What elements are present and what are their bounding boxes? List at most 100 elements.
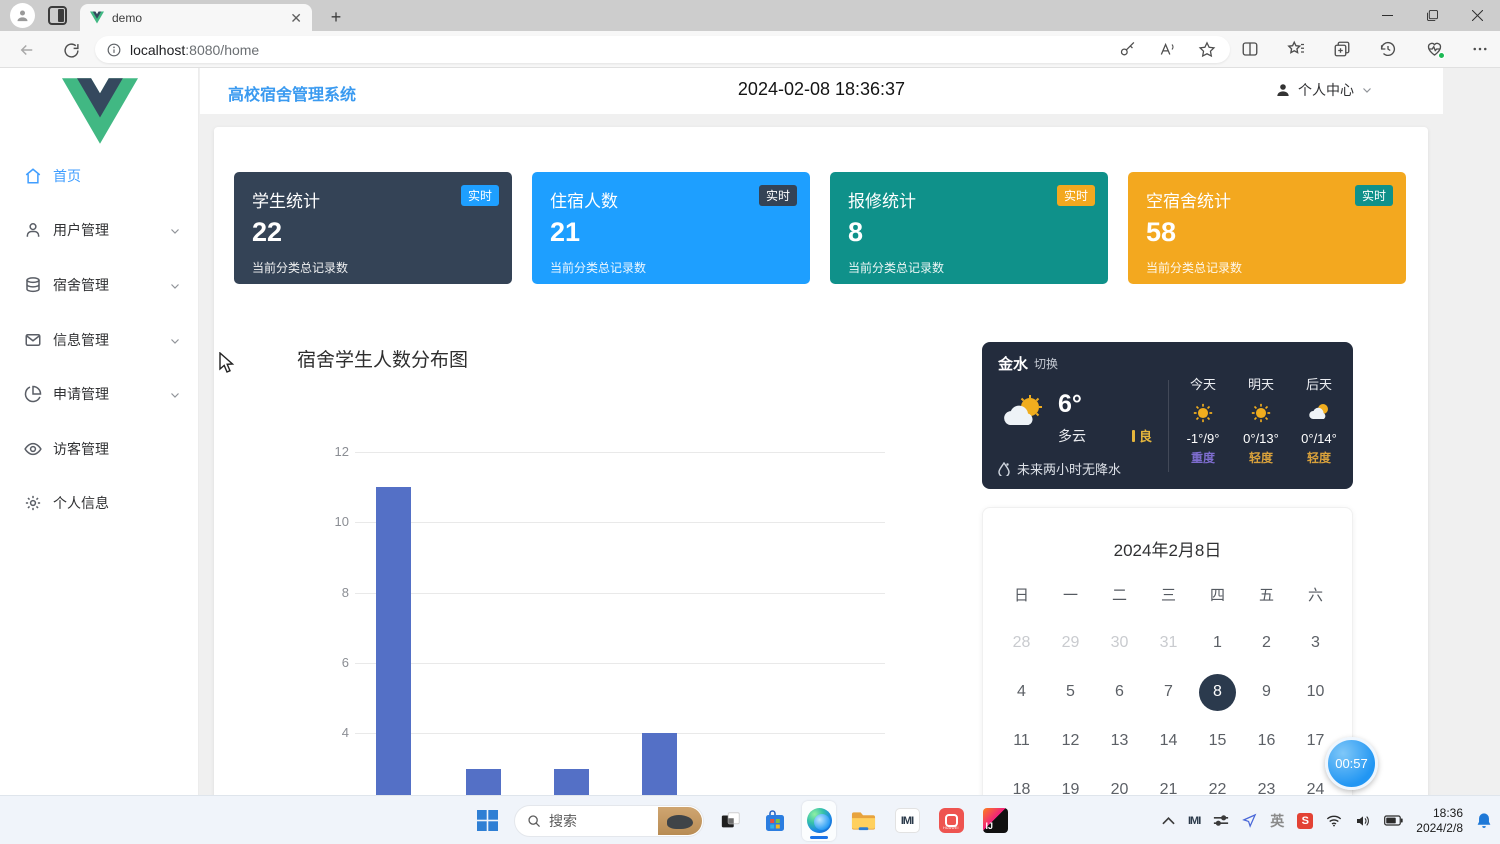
sidebar-item-profile[interactable]: 个人信息 <box>0 481 199 525</box>
sidebar-item-visitors[interactable]: 访客管理 <box>0 427 199 471</box>
wifi-icon[interactable] <box>1326 814 1342 827</box>
stat-card-residents[interactable]: 住宿人数 21 当前分类总记录数 实时 <box>532 172 810 284</box>
intellij-idea-icon[interactable]: IJ <box>978 801 1012 841</box>
calendar-day[interactable]: 21 <box>1144 772 1193 795</box>
calendar-day[interactable]: 22 <box>1193 772 1242 795</box>
battery-icon[interactable] <box>1384 815 1403 826</box>
tray-eudic-icon[interactable]: 英 <box>1270 811 1284 831</box>
back-button[interactable] <box>16 39 38 61</box>
stat-card-repairs[interactable]: 报修统计 8 当前分类总记录数 实时 <box>830 172 1108 284</box>
sidebar-item-label: 信息管理 <box>53 330 109 350</box>
sidebar-item-dorms[interactable]: 宿舍管理 <box>0 263 199 307</box>
y-axis-tick: 10 <box>323 514 349 529</box>
dashboard-card: 学生统计 22 当前分类总记录数 实时 住宿人数 21 当前分类总记录数 实时 … <box>214 127 1428 795</box>
huawei-appgallery-icon[interactable]: HUAWEI <box>934 801 968 841</box>
sidebar-item-users[interactable]: 用户管理 <box>0 208 199 252</box>
calendar-day[interactable]: 11 <box>997 723 1046 759</box>
person-icon <box>1275 82 1291 98</box>
calendar-day[interactable]: 6 <box>1095 674 1144 710</box>
calendar-day[interactable]: 13 <box>1095 723 1144 759</box>
minimize-button[interactable] <box>1365 0 1410 31</box>
close-window-button[interactable] <box>1455 0 1500 31</box>
search-highlight-image[interactable] <box>658 807 702 835</box>
tray-sliders-icon[interactable] <box>1213 814 1229 827</box>
sunny-icon <box>1232 402 1290 424</box>
split-screen-icon[interactable] <box>1240 39 1260 59</box>
taskbar-search[interactable]: 搜索 <box>514 805 704 837</box>
calendar-day[interactable]: 29 <box>1046 625 1095 661</box>
calendar-day-selected[interactable]: 8 <box>1193 674 1242 710</box>
edge-browser-icon[interactable] <box>802 801 836 841</box>
forecast-level: 重度 <box>1174 449 1232 466</box>
browser-profile-avatar[interactable] <box>10 3 35 28</box>
user-icon <box>24 221 42 239</box>
calendar-day[interactable]: 20 <box>1095 772 1144 795</box>
task-view-button[interactable] <box>714 801 748 841</box>
maximize-button[interactable] <box>1410 0 1455 31</box>
calendar-day[interactable]: 2 <box>1242 625 1291 661</box>
calendar-day[interactable]: 14 <box>1144 723 1193 759</box>
tray-location-icon[interactable] <box>1242 813 1257 828</box>
eye-icon <box>24 440 42 458</box>
favorite-star-icon[interactable] <box>1198 41 1216 58</box>
read-aloud-icon[interactable] <box>1158 41 1176 58</box>
calendar-day[interactable]: 10 <box>1291 674 1340 710</box>
browser-essentials-icon[interactable] <box>1424 39 1444 59</box>
tab-close-icon[interactable]: ✕ <box>290 11 302 25</box>
calendar-day[interactable]: 19 <box>1046 772 1095 795</box>
stat-title: 住宿人数 <box>550 187 792 212</box>
stat-subtitle: 当前分类总记录数 <box>252 259 494 276</box>
calendar-day[interactable]: 16 <box>1242 723 1291 759</box>
calendar-day[interactable]: 28 <box>997 625 1046 661</box>
calendar-day[interactable]: 4 <box>997 674 1046 710</box>
site-info-icon[interactable] <box>107 43 121 57</box>
refresh-button[interactable] <box>60 39 82 61</box>
sidebar-item-messages[interactable]: 信息管理 <box>0 318 199 362</box>
notification-bell-icon[interactable] <box>1476 812 1492 829</box>
tray-clock[interactable]: 18:36 2024/2/8 <box>1416 806 1463 836</box>
url-text: localhost:8080/home <box>130 42 1119 58</box>
sidebar-item-home[interactable]: 首页 <box>0 154 199 198</box>
forecast-day: 明天 <box>1232 374 1290 393</box>
password-key-icon[interactable] <box>1119 41 1136 58</box>
stat-subtitle: 当前分类总记录数 <box>1146 259 1388 276</box>
tray-imi-icon[interactable]: IMI <box>1188 815 1200 827</box>
history-icon[interactable] <box>1378 39 1398 59</box>
calendar-day[interactable]: 31 <box>1144 625 1193 661</box>
gridline <box>355 593 885 594</box>
calendar-day[interactable]: 7 <box>1144 674 1193 710</box>
imi-app-icon[interactable]: IMI <box>890 801 924 841</box>
system-tray: IMI 英 S 18:36 2024/2/8 <box>1162 796 1492 844</box>
forecast-tomorrow: 明天 0°/13° 轻度 <box>1232 374 1290 466</box>
weather-widget: 金水 切换 6° 多云 良 未来两小时无降水 今天 <box>982 342 1353 489</box>
calendar-day[interactable]: 15 <box>1193 723 1242 759</box>
calendar-day[interactable]: 9 <box>1242 674 1291 710</box>
volume-icon[interactable] <box>1355 814 1371 828</box>
stat-value: 58 <box>1146 217 1388 248</box>
calendar-day[interactable]: 3 <box>1291 625 1340 661</box>
favorites-list-icon[interactable] <box>1286 39 1306 59</box>
tray-expand-chevron[interactable] <box>1162 817 1175 825</box>
tray-sogou-icon[interactable]: S <box>1297 813 1313 829</box>
calendar-day[interactable]: 30 <box>1095 625 1144 661</box>
collections-icon[interactable] <box>1332 39 1352 59</box>
calendar-day[interactable]: 12 <box>1046 723 1095 759</box>
screen-recorder-timer[interactable]: 00:57 <box>1325 737 1378 790</box>
calendar-day[interactable]: 5 <box>1046 674 1095 710</box>
stat-card-empty-dorms[interactable]: 空宿舍统计 58 当前分类总记录数 实时 <box>1128 172 1406 284</box>
user-center-dropdown[interactable]: 个人中心 <box>1275 80 1373 100</box>
file-explorer-icon[interactable] <box>846 801 880 841</box>
start-button[interactable] <box>470 804 504 838</box>
workspaces-icon[interactable] <box>48 6 67 25</box>
stat-card-students[interactable]: 学生统计 22 当前分类总记录数 实时 <box>234 172 512 284</box>
calendar-day[interactable]: 23 <box>1242 772 1291 795</box>
calendar-day[interactable]: 1 <box>1193 625 1242 661</box>
browser-tab[interactable]: demo ✕ <box>80 4 312 31</box>
calendar-day[interactable]: 18 <box>997 772 1046 795</box>
weather-switch-link[interactable]: 切换 <box>1034 355 1058 372</box>
microsoft-store-icon[interactable] <box>758 801 792 841</box>
settings-more-icon[interactable] <box>1470 39 1490 59</box>
sidebar-item-applications[interactable]: 申请管理 <box>0 372 199 416</box>
address-bar[interactable]: localhost:8080/home <box>95 36 1230 63</box>
new-tab-button[interactable]: + <box>324 5 348 29</box>
